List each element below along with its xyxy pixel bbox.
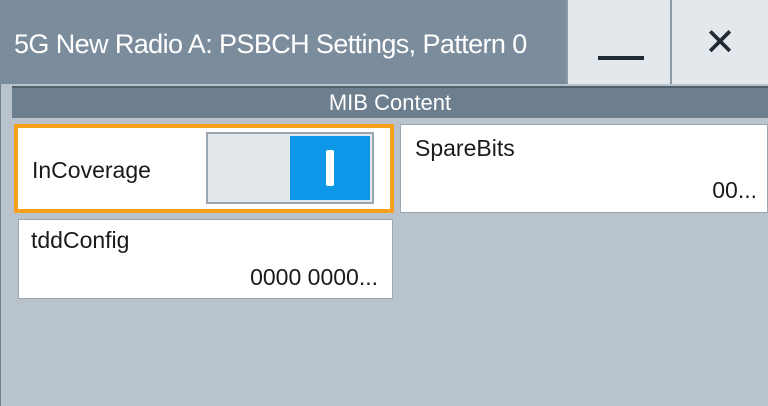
toggle-knob: [290, 136, 370, 200]
sparebits-value: 00...: [712, 177, 757, 203]
panel-left-edge: [0, 84, 12, 406]
title-bar: 5G New Radio A: PSBCH Settings, Pattern …: [0, 0, 768, 84]
tddconfig-value: 0000 0000...: [250, 264, 378, 290]
minimize-icon: [598, 56, 644, 60]
section-header-label: MIB Content: [328, 90, 452, 115]
window-title: 5G New Radio A: PSBCH Settings, Pattern …: [14, 29, 527, 59]
minimize-button[interactable]: [566, 0, 670, 84]
incoverage-label: InCoverage: [32, 157, 151, 183]
section-header-mib-content: MIB Content: [12, 86, 768, 118]
psbch-settings-window: 5G New Radio A: PSBCH Settings, Pattern …: [0, 0, 768, 406]
close-icon: ✕: [704, 22, 736, 64]
tddconfig-field[interactable]: tddConfig 0000 0000...: [18, 219, 393, 299]
sparebits-field[interactable]: SpareBits 00...: [400, 124, 768, 213]
close-button[interactable]: ✕: [670, 0, 768, 84]
incoverage-toggle[interactable]: [206, 132, 374, 204]
incoverage-field[interactable]: InCoverage: [14, 124, 394, 213]
sparebits-label: SpareBits: [415, 135, 515, 161]
tddconfig-label: tddConfig: [31, 227, 130, 253]
toggle-on-icon: [326, 150, 334, 186]
